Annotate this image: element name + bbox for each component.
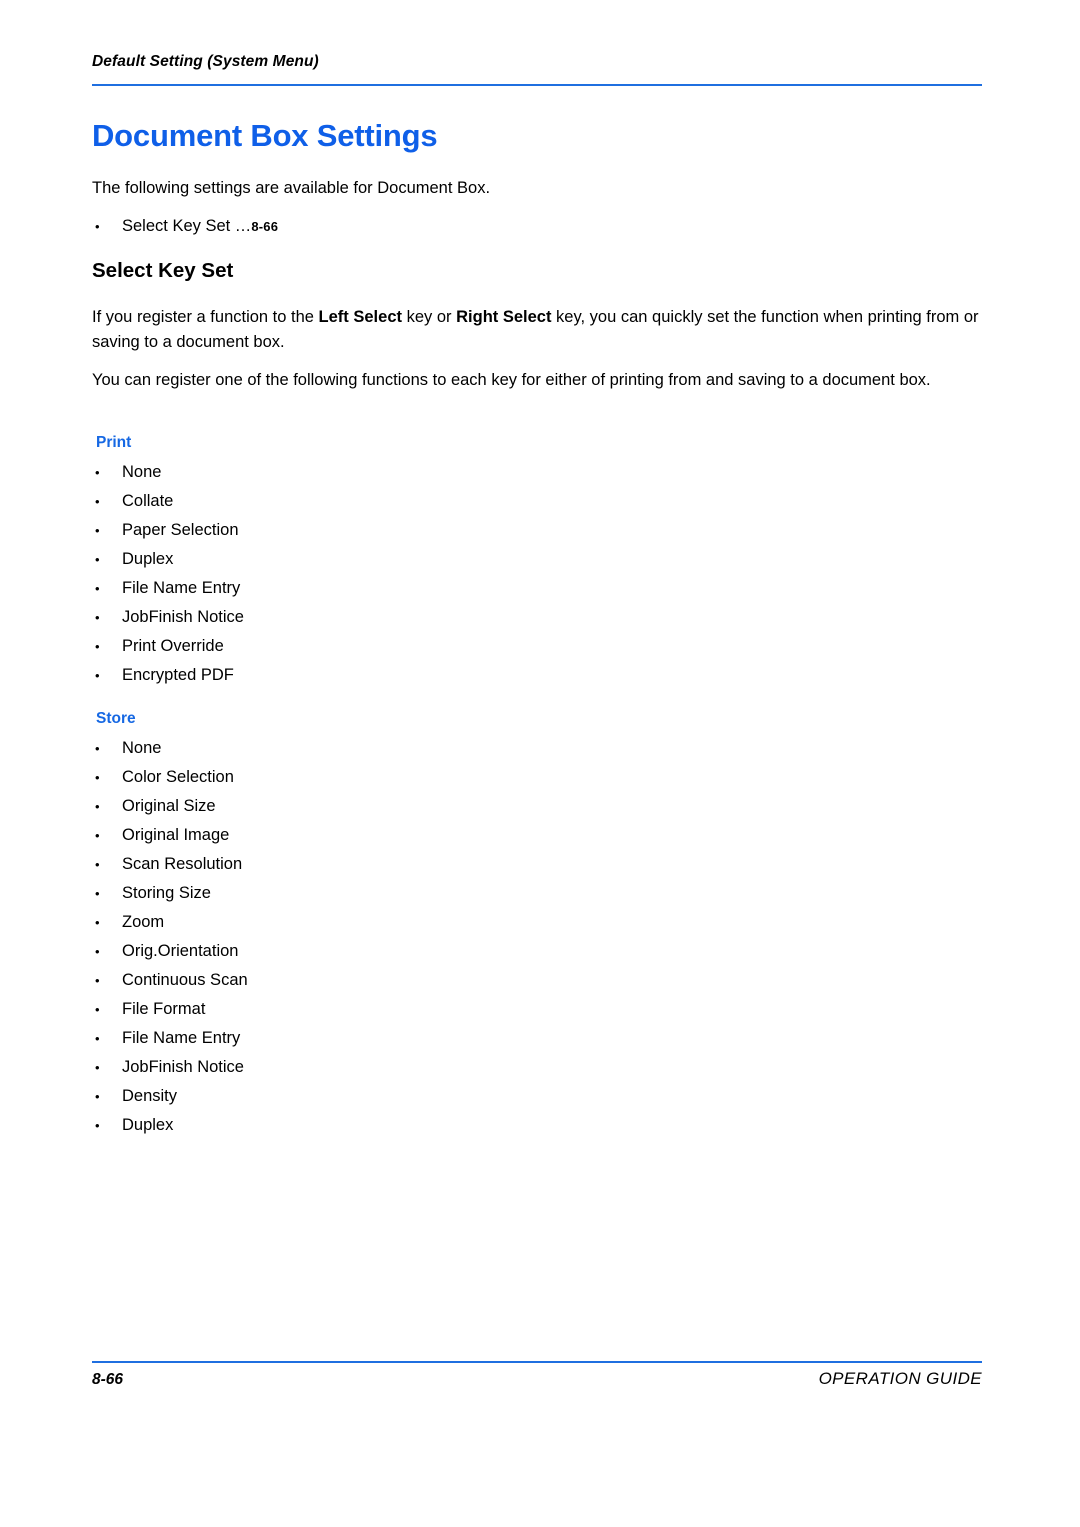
list-item[interactable]: Orig.Orientation — [92, 937, 692, 966]
list-item-label: File Name Entry — [122, 579, 241, 597]
list-item[interactable]: Paper Selection — [92, 516, 692, 545]
list-item-label: Density — [122, 1087, 178, 1105]
running-header-title: Default Setting (System Menu) — [92, 53, 319, 70]
group-label-store: Store — [96, 710, 136, 727]
toc-list: Select Key Set …8-66 — [92, 212, 692, 241]
running-header: Default Setting (System Menu) — [92, 53, 982, 71]
list-item[interactable]: JobFinish Notice — [92, 603, 692, 632]
page-title: Document Box Settings — [92, 118, 438, 153]
section-paragraph-1: If you register a function to the Left S… — [92, 305, 982, 355]
paragraph-1-part-1: If you register a function to the — [92, 308, 319, 326]
list-item-label: Zoom — [122, 913, 165, 931]
group-label-print: Print — [96, 434, 132, 451]
section-heading: Select Key Set — [92, 259, 234, 282]
list-item[interactable]: Collate — [92, 487, 692, 516]
list-item[interactable]: Duplex — [92, 545, 692, 574]
list-item[interactable]: JobFinish Notice — [92, 1053, 692, 1082]
header-rule — [92, 84, 982, 86]
section-paragraph-2: You can register one of the following fu… — [92, 371, 931, 389]
group-list-store: None Color Selection Original Size Origi… — [92, 734, 692, 1140]
list-item-label: Duplex — [122, 550, 174, 568]
list-item-label: Scan Resolution — [122, 855, 243, 873]
toc-item[interactable]: Select Key Set …8-66 — [92, 212, 692, 241]
list-item-label: Encrypted PDF — [122, 666, 234, 684]
list-item-label: Original Size — [122, 797, 216, 815]
list-item-label: Duplex — [122, 1116, 174, 1134]
toc-item-page-ref: 8-66 — [251, 219, 279, 234]
list-item[interactable]: Duplex — [92, 1111, 692, 1140]
paragraph-1-bold-right-select: Right Select — [456, 308, 552, 326]
list-item[interactable]: None — [92, 458, 692, 487]
list-item-label: Storing Size — [122, 884, 211, 902]
list-item-label: Collate — [122, 492, 174, 510]
list-item[interactable]: File Format — [92, 995, 692, 1024]
list-item-label: None — [122, 463, 162, 481]
list-item-label: None — [122, 739, 162, 757]
list-item-label: Continuous Scan — [122, 971, 248, 989]
list-item-label: JobFinish Notice — [122, 608, 244, 626]
list-item-label: Original Image — [122, 826, 230, 844]
toc-item-label: Select Key Set … — [122, 217, 252, 235]
list-item[interactable]: File Name Entry — [92, 1024, 692, 1053]
list-item-label: Orig.Orientation — [122, 942, 239, 960]
list-item[interactable]: None — [92, 734, 692, 763]
list-item-label: Print Override — [122, 637, 224, 655]
list-item[interactable]: Scan Resolution — [92, 850, 692, 879]
footer-rule — [92, 1361, 982, 1363]
list-item[interactable]: Encrypted PDF — [92, 661, 692, 690]
list-item-label: Color Selection — [122, 768, 234, 786]
list-item[interactable]: Density — [92, 1082, 692, 1111]
paragraph-1-part-2: key or — [402, 308, 457, 326]
list-item-label: File Format — [122, 1000, 206, 1018]
list-item[interactable]: Print Override — [92, 632, 692, 661]
list-item-label: JobFinish Notice — [122, 1058, 244, 1076]
list-item[interactable]: Zoom — [92, 908, 692, 937]
list-item[interactable]: Continuous Scan — [92, 966, 692, 995]
list-item-label: File Name Entry — [122, 1029, 241, 1047]
list-item[interactable]: Color Selection — [92, 763, 692, 792]
footer-guide-label: OPERATION GUIDE — [818, 1369, 982, 1388]
list-item-label: Paper Selection — [122, 521, 239, 539]
list-item[interactable]: Storing Size — [92, 879, 692, 908]
group-list-print: None Collate Paper Selection Duplex File… — [92, 458, 692, 690]
paragraph-1-bold-left-select: Left Select — [318, 308, 402, 326]
list-item[interactable]: Original Image — [92, 821, 692, 850]
list-item[interactable]: Original Size — [92, 792, 692, 821]
footer-page-number: 8-66 — [92, 1371, 124, 1388]
list-item[interactable]: File Name Entry — [92, 574, 692, 603]
document-page: Default Setting (System Menu) Document B… — [0, 0, 1080, 1527]
intro-paragraph: The following settings are available for… — [92, 179, 491, 197]
